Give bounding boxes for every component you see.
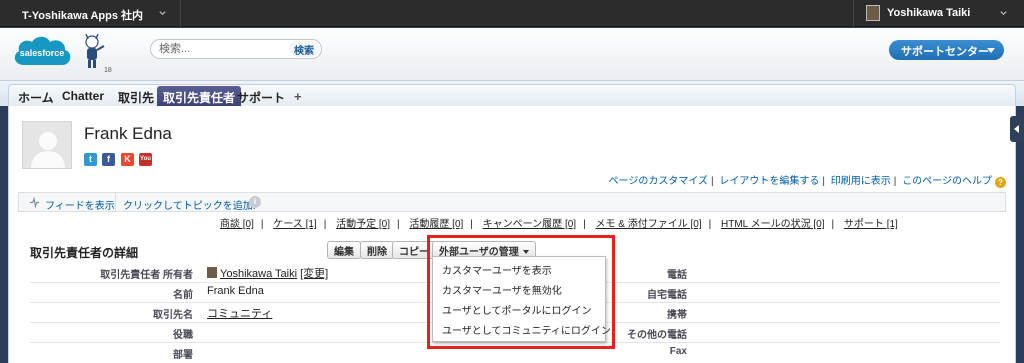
support-center-button[interactable]: サポートセンター <box>889 40 1004 60</box>
feed-icon <box>29 197 40 208</box>
field-label-department: 部署 <box>173 350 193 361</box>
add-tab-button[interactable]: + <box>294 89 302 104</box>
chevron-down-icon <box>987 48 995 53</box>
search-button[interactable]: 検索 <box>289 41 319 57</box>
logo-text: salesforce <box>20 48 65 58</box>
user-avatar[interactable] <box>866 5 880 21</box>
tab-home[interactable]: ホーム <box>18 86 54 106</box>
owner-link[interactable]: Yoshikawa Taiki <box>220 268 297 280</box>
tab-chatter[interactable]: Chatter <box>62 86 104 106</box>
printable-view-link[interactable]: 印刷用に表示 <box>831 176 891 187</box>
related-link-html-email-status[interactable]: HTML メールの状況 [0] <box>721 219 825 230</box>
support-center-label: サポートセンター <box>901 46 989 58</box>
field-label-title: 役職 <box>173 330 193 341</box>
facebook-icon[interactable]: f <box>102 153 115 166</box>
field-value-name: Frank Edna <box>207 285 264 297</box>
top-bar: T-Yoshikawa Apps 社内 Yoshikawa Taiki <box>0 0 1024 27</box>
divider <box>115 193 116 211</box>
tab-support[interactable]: サポート <box>237 86 285 106</box>
field-label-owner: 取引先責任者 所有者 <box>100 270 193 281</box>
field-label-home-phone: 自宅電話 <box>647 290 687 301</box>
mascot-badge: 18 <box>104 67 112 74</box>
tab-accounts[interactable]: 取引先 <box>118 86 154 106</box>
tab-bar: ホーム Chatter 取引先 取引先責任者 サポート + <box>0 80 1024 107</box>
search-input[interactable] <box>159 42 289 56</box>
help-link[interactable]: このページのヘルプ <box>902 176 992 187</box>
chevron-down-icon[interactable] <box>158 8 167 17</box>
detail-section-title: 取引先責任者の詳細 <box>30 246 139 260</box>
help-icon[interactable]: ? <box>995 177 1006 188</box>
search-box: 検索 <box>150 39 322 59</box>
related-link-opportunities[interactable]: 商談 [0] <box>220 219 254 230</box>
klout-icon[interactable]: K <box>121 153 134 166</box>
app-switcher-label[interactable]: T-Yoshikawa Apps 社内 <box>22 7 143 23</box>
delete-button[interactable]: 削除 <box>360 241 394 259</box>
field-label-other-phone: その他の電話 <box>627 330 687 341</box>
related-link-activity-history[interactable]: 活動履歴 [0] <box>409 219 463 230</box>
add-topic-link[interactable]: クリックしてトピックを追加: <box>123 197 255 212</box>
tab-contacts[interactable]: 取引先責任者 <box>157 86 242 106</box>
field-label-fax: Fax <box>669 346 687 357</box>
change-owner-link[interactable]: [変更] <box>300 268 328 280</box>
field-label-mobile: 携帯 <box>667 310 687 321</box>
app-header: salesforce 18 検索 サポートセンター <box>0 28 1024 80</box>
show-feed-link[interactable]: フィードを表示 <box>45 197 115 212</box>
highlight-annotation <box>427 235 615 349</box>
twitter-icon[interactable]: t <box>84 153 97 166</box>
feed-bar: フィードを表示 クリックしてトピックを追加: i <box>18 192 1006 212</box>
contact-name: Frank Edna <box>84 124 172 143</box>
related-link-open-activities[interactable]: 活動予定 [0] <box>336 219 390 230</box>
customize-page-link[interactable]: ページのカスタマイズ <box>609 176 709 187</box>
account-link[interactable]: コミュニティ <box>207 308 272 320</box>
related-link-notes-attachments[interactable]: メモ & 添付ファイル [0] <box>595 219 701 230</box>
related-list-links: 商談 [0] | ケース [1] | 活動予定 [0] | 活動履歴 [0] | キャン… <box>220 219 898 230</box>
info-icon[interactable]: i <box>249 196 261 208</box>
sidebar-toggle[interactable] <box>1010 116 1024 142</box>
field-value-owner: Yoshikawa Taiki [変更] <box>207 265 328 281</box>
person-silhouette-icon <box>31 132 65 168</box>
contact-photo <box>22 121 72 169</box>
edit-layout-link[interactable]: レイアウトを編集する <box>719 176 819 187</box>
divider <box>853 0 854 27</box>
salesforce-logo[interactable]: salesforce <box>10 31 74 75</box>
field-value-account: コミュニティ <box>207 305 272 321</box>
mascot-icon: 18 <box>85 33 112 74</box>
related-link-campaign-history[interactable]: キャンペーン履歴 [0] <box>483 219 576 230</box>
field-label-name: 名前 <box>173 290 193 301</box>
related-link-cases[interactable]: ケース [1] <box>273 219 316 230</box>
related-link-support[interactable]: サポート [1] <box>844 219 898 230</box>
chevron-down-icon[interactable] <box>999 8 1008 17</box>
user-menu-label[interactable]: Yoshikawa Taiki <box>887 7 970 19</box>
youtube-icon[interactable]: You <box>139 153 152 166</box>
edit-button[interactable]: 編集 <box>327 241 361 259</box>
divider <box>180 0 181 27</box>
field-label-phone: 電話 <box>667 270 687 281</box>
page-links: ページのカスタマイズ | レイアウトを編集する | 印刷用に表示 | このページのヘル… <box>609 172 1006 188</box>
avatar <box>207 267 217 278</box>
field-label-account: 取引先名 <box>153 310 193 321</box>
